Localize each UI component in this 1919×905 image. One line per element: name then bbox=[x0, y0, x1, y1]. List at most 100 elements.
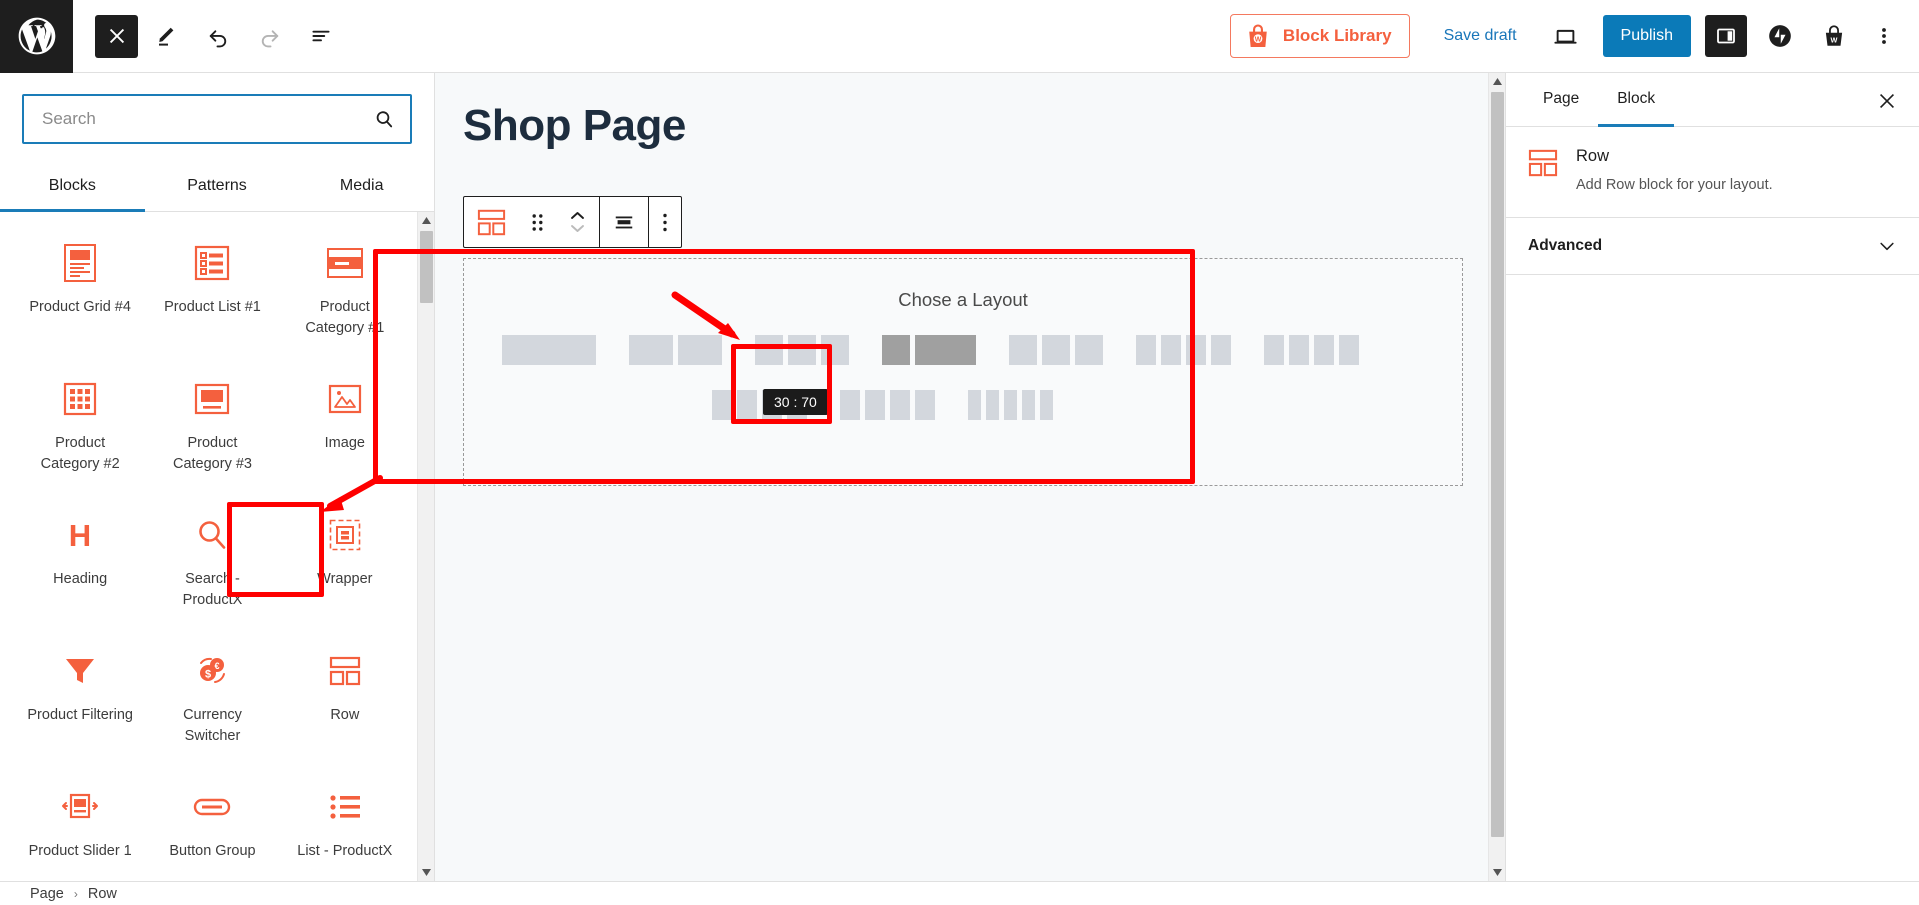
list-view-button[interactable] bbox=[299, 15, 342, 58]
settings-sidebar-toggle[interactable] bbox=[1705, 15, 1747, 57]
move-up-down-buttons[interactable] bbox=[556, 197, 599, 247]
advanced-panel-toggle[interactable]: Advanced bbox=[1506, 218, 1919, 276]
block-item-label: List - ProductX bbox=[297, 843, 393, 859]
block-item-label: Button Group bbox=[169, 843, 256, 859]
block-item-label: Product Category #2 bbox=[40, 435, 120, 473]
block-item-list-productx[interactable]: List - ProductX bbox=[279, 770, 411, 881]
scrollbar-thumb[interactable] bbox=[420, 231, 433, 303]
row-layout-icon bbox=[477, 209, 506, 235]
scrollbar-thumb[interactable] bbox=[1491, 92, 1504, 837]
laptop-preview-icon bbox=[1554, 29, 1577, 44]
breadcrumb: Page › Row bbox=[0, 881, 1919, 905]
inserter-scrollbar[interactable] bbox=[417, 212, 434, 881]
align-button[interactable] bbox=[600, 197, 648, 247]
top-bar-left-tools bbox=[73, 14, 342, 58]
jetpack-button[interactable] bbox=[1759, 15, 1801, 57]
block-item-label: Product Category #1 bbox=[305, 299, 385, 337]
block-item-button-group[interactable]: Button Group bbox=[146, 770, 278, 881]
search-box[interactable] bbox=[22, 94, 412, 144]
more-options-button[interactable] bbox=[649, 197, 681, 247]
wordpress-logo[interactable] bbox=[0, 0, 73, 73]
row-block-type-button[interactable] bbox=[464, 197, 519, 247]
shopping-basket-icon: W bbox=[1825, 25, 1843, 46]
vertical-ellipsis-icon bbox=[1882, 28, 1886, 44]
grid-dots-icon bbox=[63, 378, 97, 420]
redo-button[interactable] bbox=[248, 15, 291, 58]
tab-patterns[interactable]: Patterns bbox=[145, 165, 290, 212]
tab-media[interactable]: Media bbox=[289, 165, 434, 212]
block-item-product-category-3[interactable]: Product Category #3 bbox=[146, 362, 278, 498]
svg-text:H: H bbox=[69, 518, 91, 552]
pencil-icon bbox=[158, 27, 173, 46]
block-item-label: Product Filtering bbox=[27, 707, 133, 723]
publish-button[interactable]: Publish bbox=[1602, 15, 1691, 57]
edit-mode-button[interactable] bbox=[146, 15, 189, 58]
block-description: Add Row block for your layout. bbox=[1576, 177, 1773, 193]
breadcrumb-item-row[interactable]: Row bbox=[88, 886, 117, 902]
block-item-label: Currency Switcher bbox=[183, 707, 242, 745]
block-item-label: Product Slider 1 bbox=[28, 843, 132, 859]
undo-button[interactable] bbox=[197, 15, 240, 58]
block-item-currency-switcher[interactable]: € $ Currency Switcher bbox=[146, 634, 278, 770]
block-item-heading[interactable]: H Heading bbox=[14, 498, 146, 634]
layout-option-thirty-seventy[interactable] bbox=[882, 335, 976, 365]
page-title[interactable]: Shop Page bbox=[435, 73, 1505, 151]
breadcrumb-item-page[interactable]: Page bbox=[30, 886, 64, 902]
block-item-product-category-2[interactable]: Product Category #2 bbox=[14, 362, 146, 498]
block-item-search-productx[interactable]: Search - ProductX bbox=[146, 498, 278, 634]
block-item-wrapper[interactable]: Wrapper bbox=[279, 498, 411, 634]
search-magnifier-icon[interactable] bbox=[372, 107, 396, 131]
canvas-scrollbar[interactable] bbox=[1488, 73, 1505, 881]
block-item-product-filtering[interactable]: Product Filtering bbox=[14, 634, 146, 770]
svg-text:€: € bbox=[215, 661, 220, 671]
layout-option-three-equal[interactable] bbox=[755, 335, 849, 365]
preview-view-button[interactable] bbox=[1543, 14, 1589, 58]
row-layout-icon bbox=[329, 650, 361, 692]
layout-option-five-equal[interactable] bbox=[1264, 335, 1359, 365]
block-item-label: Heading bbox=[53, 571, 108, 587]
close-editor-button[interactable] bbox=[95, 14, 138, 58]
redo-arrow-icon bbox=[261, 29, 279, 47]
tab-page[interactable]: Page bbox=[1524, 73, 1598, 127]
close-x-icon bbox=[1879, 93, 1895, 109]
block-item-product-slider-1[interactable]: Product Slider 1 bbox=[14, 770, 146, 881]
layout-picker-label: Chose a Layout bbox=[898, 289, 1028, 310]
block-item-product-category-1[interactable]: Product Category #1 bbox=[279, 226, 411, 362]
undo-arrow-icon bbox=[209, 29, 227, 47]
scroll-up-arrow-icon[interactable] bbox=[1489, 73, 1505, 90]
block-list-container: Product Grid #4 Product List #1 Product … bbox=[0, 212, 434, 881]
more-options-button[interactable] bbox=[1867, 15, 1901, 57]
layout-option-two-equal[interactable] bbox=[629, 335, 722, 365]
save-draft-button[interactable]: Save draft bbox=[1428, 27, 1533, 45]
tab-blocks[interactable]: Blocks bbox=[0, 165, 145, 212]
block-item-product-grid-4[interactable]: Product Grid #4 bbox=[14, 226, 146, 362]
close-sidebar-button[interactable] bbox=[1873, 87, 1901, 115]
block-item-product-list-1[interactable]: Product List #1 bbox=[146, 226, 278, 362]
top-bar-right-tools: W Block Library Save draft Publish W bbox=[1229, 14, 1919, 58]
search-magnifier-icon bbox=[195, 514, 229, 556]
jetpack-circle-icon bbox=[1769, 25, 1791, 47]
scroll-down-arrow-icon[interactable] bbox=[1489, 864, 1505, 881]
block-library-button[interactable]: W Block Library bbox=[1229, 14, 1410, 58]
layout-option-full-width[interactable] bbox=[502, 335, 596, 365]
drag-handle[interactable] bbox=[519, 197, 556, 247]
scroll-down-arrow-icon[interactable] bbox=[418, 864, 434, 881]
block-item-label: Image bbox=[324, 435, 365, 451]
align-wide-icon bbox=[615, 216, 633, 229]
shop-button[interactable]: W bbox=[1813, 15, 1855, 57]
search-input[interactable] bbox=[42, 109, 372, 129]
block-item-row[interactable]: Row bbox=[279, 634, 411, 770]
layout-option-seventy-thirty[interactable] bbox=[1009, 335, 1103, 365]
inserter-tabs: Blocks Patterns Media bbox=[0, 165, 434, 212]
layout-option-four-col-c[interactable] bbox=[840, 390, 935, 420]
block-item-image[interactable]: Image bbox=[279, 362, 411, 498]
close-x-icon bbox=[109, 28, 124, 44]
currency-coins-icon: € $ bbox=[194, 650, 230, 692]
block-item-label: Product Grid #4 bbox=[29, 299, 131, 315]
layout-option-six-col[interactable] bbox=[968, 390, 1053, 420]
scroll-up-arrow-icon[interactable] bbox=[418, 212, 434, 229]
layout-option-four-equal[interactable] bbox=[1136, 335, 1231, 365]
layout-ratio-tooltip: 30 : 70 bbox=[763, 389, 828, 415]
product-slider-icon bbox=[61, 786, 99, 828]
tab-block[interactable]: Block bbox=[1598, 73, 1675, 127]
